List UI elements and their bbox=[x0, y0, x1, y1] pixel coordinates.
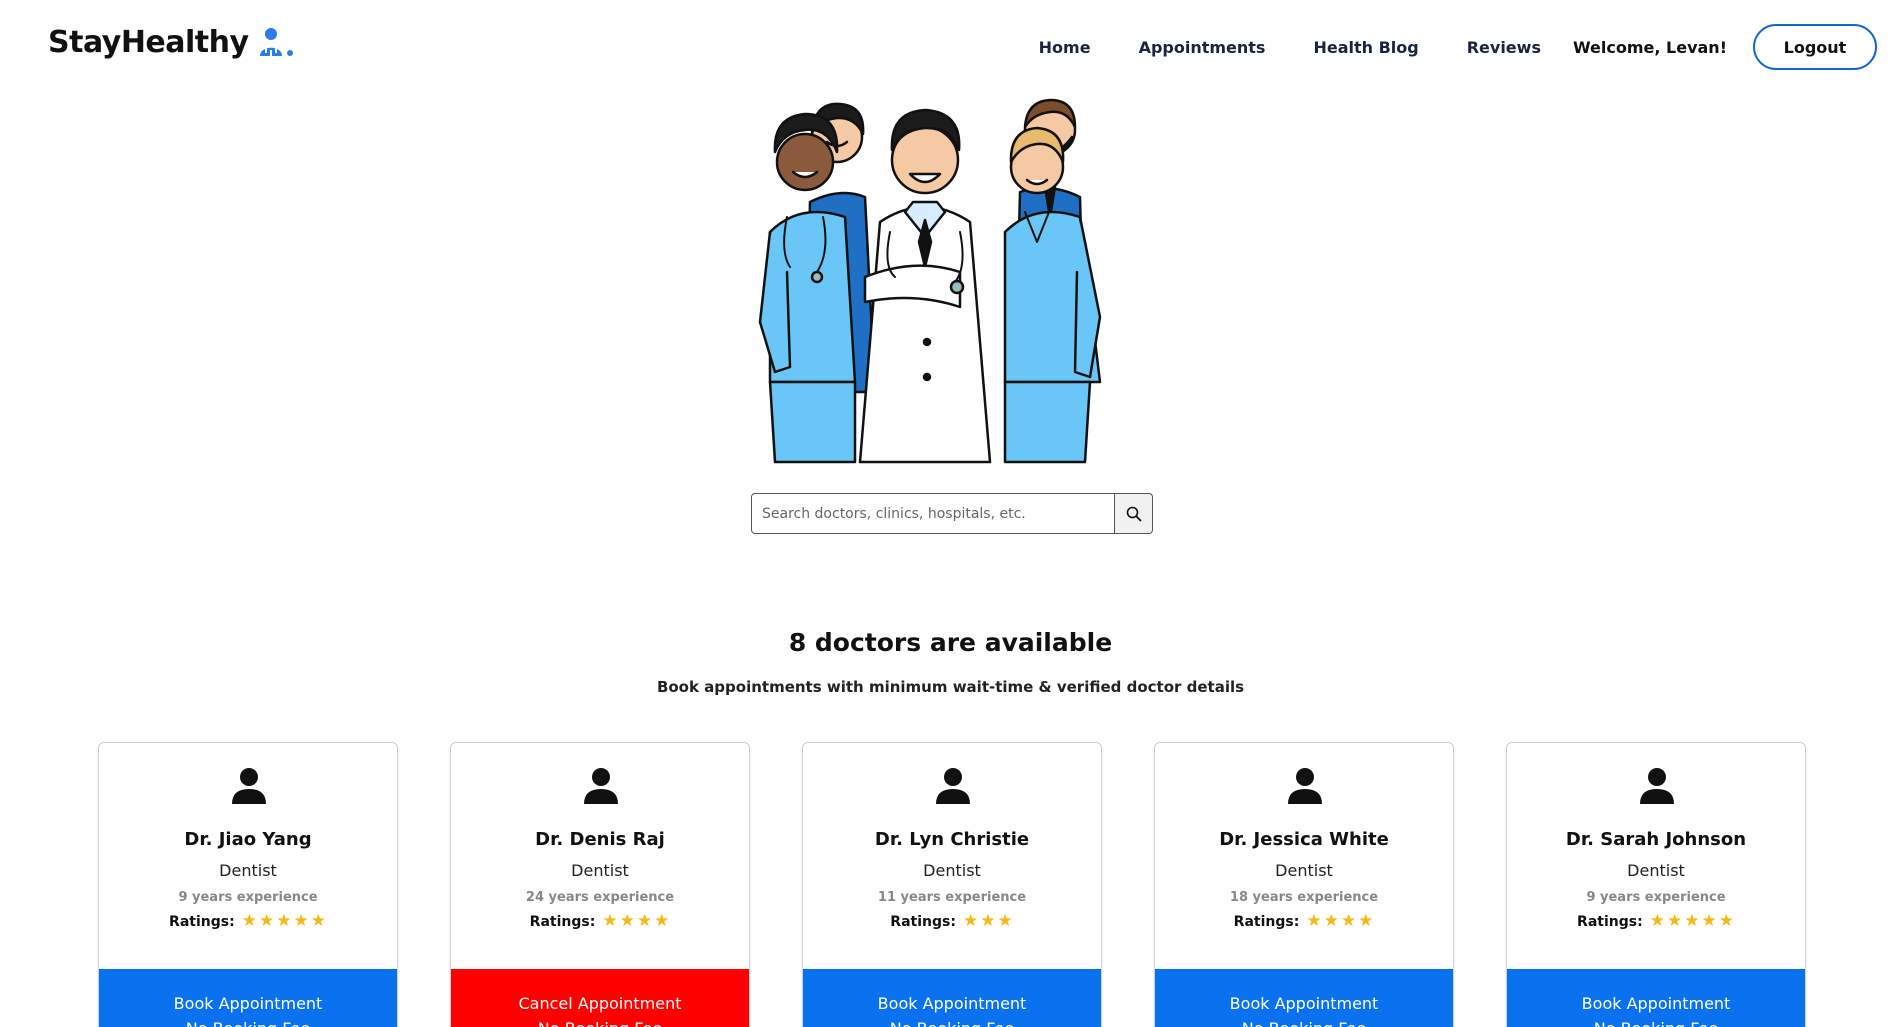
doctor-card: Dr. Jessica White Dentist 18 years experie… bbox=[1154, 742, 1454, 1027]
star-icon: ★ bbox=[636, 911, 653, 931]
star-icon: ★ bbox=[1701, 911, 1717, 931]
book-appointment-button[interactable]: Book Appointment No Booking Fee bbox=[1155, 969, 1453, 1027]
star-icon: ★ bbox=[1306, 911, 1322, 931]
star-icon: ★ bbox=[293, 911, 309, 931]
user-avatar-icon bbox=[936, 768, 970, 804]
user-avatar-icon bbox=[1640, 768, 1674, 804]
doctor-rating: Ratings: ★ ★ ★ ★ ★ bbox=[1507, 913, 1805, 930]
star-icon: ★ bbox=[1718, 911, 1734, 931]
search-icon bbox=[1126, 506, 1141, 521]
brand[interactable]: StayHealthy bbox=[48, 25, 297, 60]
doctor-experience: 9 years experience bbox=[178, 890, 318, 905]
welcome-text: Welcome, Levan! bbox=[1572, 37, 1727, 57]
doctor-cards: Dr. Jiao Yang Dentist 9 years experience Ra… bbox=[98, 742, 1808, 1027]
doctor-rating: Ratings: ★ ★ ★ ★ bbox=[1155, 913, 1453, 930]
booking-fee-label: No Booking Fee bbox=[1507, 1016, 1805, 1027]
booking-fee-label: No Booking Fee bbox=[451, 1016, 749, 1027]
navbar: StayHealthy Home Appointments Health Blo… bbox=[0, 0, 1901, 94]
doctors-available-heading: 8 doctors are available bbox=[788, 628, 1113, 657]
ratings-label: Ratings: bbox=[169, 913, 235, 930]
ratings-label: Ratings: bbox=[529, 913, 596, 930]
doctor-experience: 18 years experience bbox=[1229, 890, 1379, 905]
doctor-rating: Ratings: ★ ★ ★ ★ ★ bbox=[99, 913, 397, 930]
doctor-speciality: Dentist bbox=[1275, 861, 1333, 880]
star-icon: ★ bbox=[654, 911, 670, 931]
doctor-speciality: Dentist bbox=[219, 861, 277, 880]
nav-home-link[interactable]: Home bbox=[1039, 38, 1091, 57]
doctor-card: Dr. Denis Raj Dentist 24 years experience R… bbox=[450, 742, 750, 1027]
star-icon: ★ bbox=[980, 911, 996, 931]
doctors-subheading: Book appointments with minimum wait-time… bbox=[656, 678, 1245, 696]
booking-fee-label: No Booking Fee bbox=[1155, 1016, 1453, 1027]
search-input[interactable] bbox=[751, 493, 1115, 534]
doctor-experience: 9 years experience bbox=[1586, 890, 1726, 905]
star-icon: ★ bbox=[310, 911, 326, 931]
doctor-rating: Ratings: ★ ★ ★ ★ bbox=[451, 913, 749, 930]
doctor-card: Dr. Jiao Yang Dentist 9 years experience Ra… bbox=[98, 742, 398, 1027]
nav-appointments-link[interactable]: Appointments bbox=[1139, 38, 1266, 57]
doctor-name: Dr. Jiao Yang bbox=[184, 829, 312, 850]
brand-name: StayHealthy bbox=[48, 25, 249, 60]
star-icon: ★ bbox=[1358, 911, 1374, 931]
user-avatar-icon bbox=[232, 768, 266, 804]
nav-links: Home Appointments Health Blog Reviews We… bbox=[1039, 0, 1877, 94]
search-bar bbox=[751, 493, 1153, 534]
star-icon: ★ bbox=[1323, 911, 1339, 931]
ratings-label: Ratings: bbox=[1577, 913, 1643, 930]
doctor-experience: 24 years experience bbox=[525, 890, 675, 905]
doctor-speciality: Dentist bbox=[1627, 861, 1685, 880]
doctor-speciality: Dentist bbox=[571, 861, 629, 880]
logout-button[interactable]: Logout bbox=[1753, 24, 1877, 70]
appointment-button-label: Cancel Appointment bbox=[518, 994, 682, 1013]
star-icon: ★ bbox=[1666, 911, 1683, 931]
appointment-button-label: Book Appointment bbox=[877, 994, 1027, 1013]
star-icon: ★ bbox=[258, 911, 275, 931]
doctor-name: Dr. Lyn Christie bbox=[874, 829, 1030, 850]
doctor-name: Dr. Jessica White bbox=[1219, 829, 1389, 850]
star-icon: ★ bbox=[1684, 911, 1700, 931]
ratings-label: Ratings: bbox=[890, 913, 956, 930]
doctor-card: Dr. Sarah Johnson Dentist 9 years experien… bbox=[1506, 742, 1806, 1027]
doctors-team-illustration bbox=[758, 98, 1102, 464]
doctor-experience: 11 years experience bbox=[877, 890, 1027, 905]
search-button[interactable] bbox=[1115, 493, 1153, 534]
star-icon: ★ bbox=[602, 911, 618, 931]
user-avatar-icon bbox=[1288, 768, 1322, 804]
book-appointment-button[interactable]: Book Appointment No Booking Fee bbox=[803, 969, 1101, 1027]
star-icon: ★ bbox=[619, 911, 635, 931]
appointment-button-label: Book Appointment bbox=[1581, 994, 1731, 1013]
nav-health-blog-link[interactable]: Health Blog bbox=[1313, 38, 1418, 57]
nav-reviews-link[interactable]: Reviews bbox=[1467, 38, 1541, 57]
star-icon: ★ bbox=[1340, 911, 1357, 931]
star-icon: ★ bbox=[962, 911, 979, 931]
book-appointment-button[interactable]: Book Appointment No Booking Fee bbox=[1507, 969, 1805, 1027]
doctor-rating: Ratings: ★ ★ ★ bbox=[803, 913, 1101, 930]
cancel-appointment-button[interactable]: Cancel Appointment No Booking Fee bbox=[451, 969, 749, 1027]
user-avatar-icon bbox=[584, 768, 618, 804]
appointment-button-label: Book Appointment bbox=[1229, 994, 1379, 1013]
star-icon: ★ bbox=[997, 911, 1013, 931]
book-appointment-button[interactable]: Book Appointment No Booking Fee bbox=[99, 969, 397, 1027]
booking-fee-label: No Booking Fee bbox=[99, 1016, 397, 1027]
ratings-label: Ratings: bbox=[1233, 913, 1300, 930]
doctor-name: Dr. Sarah Johnson bbox=[1565, 829, 1747, 850]
booking-fee-label: No Booking Fee bbox=[803, 1016, 1101, 1027]
star-icon: ★ bbox=[1649, 911, 1665, 931]
doctor-name: Dr. Denis Raj bbox=[535, 829, 665, 850]
appointment-button-label: Book Appointment bbox=[173, 994, 323, 1013]
doctor-logo-icon bbox=[259, 27, 293, 56]
doctor-speciality: Dentist bbox=[923, 861, 981, 880]
star-icon: ★ bbox=[276, 911, 292, 931]
doctor-card: Dr. Lyn Christie Dentist 11 years experien… bbox=[802, 742, 1102, 1027]
star-icon: ★ bbox=[241, 911, 257, 931]
